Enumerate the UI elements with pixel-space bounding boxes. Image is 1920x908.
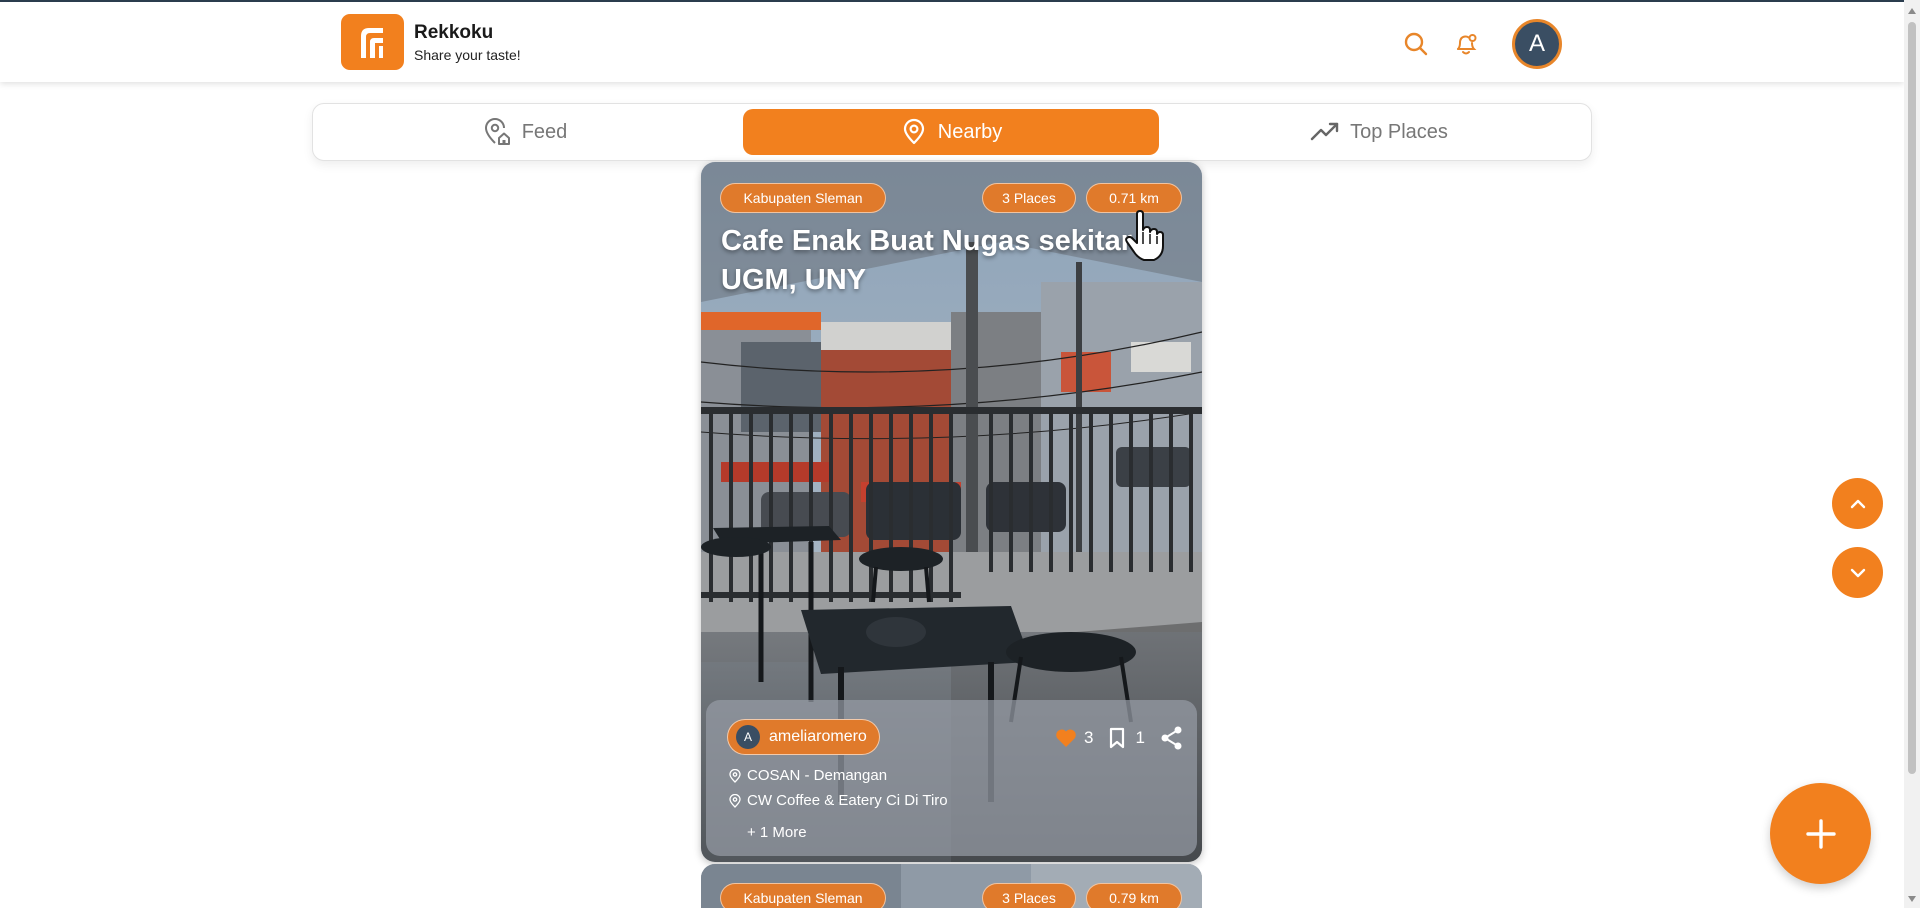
scroll-up-button[interactable]: [1832, 478, 1883, 529]
notifications-button[interactable]: [1450, 28, 1482, 60]
chevron-up-icon: [1850, 499, 1865, 508]
place-item[interactable]: COSAN - Demangan: [728, 767, 887, 784]
card-title[interactable]: Cafe Enak Buat Nugas sekitar UGM, UNY: [721, 222, 1151, 300]
places-count-badge: 3 Places: [982, 883, 1076, 908]
region-badge: Kabupaten Sleman: [720, 183, 886, 213]
card-info-panel: A ameliaromero 3 1 COSAN - Demangan CW C…: [706, 700, 1197, 856]
tab-nearby[interactable]: Nearby: [743, 109, 1159, 155]
like-count: 3: [1084, 728, 1094, 747]
plus-icon: [1805, 818, 1836, 849]
nav-tabs: Feed Nearby Top Places: [312, 103, 1592, 161]
place-name: COSAN - Demangan: [747, 767, 888, 784]
tab-feed[interactable]: Feed: [318, 109, 731, 155]
distance-badge: 0.71 km: [1086, 183, 1182, 213]
places-count-badge: 3 Places: [982, 183, 1076, 213]
scroll-down-button[interactable]: [1832, 547, 1883, 598]
chevron-down-icon: [1850, 568, 1865, 577]
bookmark-count: 1: [1135, 728, 1145, 747]
brand: Rekkoku Share your taste!: [414, 22, 521, 63]
region-badge: Kabupaten Sleman: [720, 883, 886, 908]
add-collection-button[interactable]: [1770, 783, 1871, 884]
heart-icon[interactable]: [1054, 727, 1078, 749]
tab-top-places-label: Top Places: [1350, 120, 1448, 143]
more-places-link[interactable]: + 1 More: [747, 824, 807, 841]
bookmark-icon[interactable]: [1105, 727, 1129, 749]
place-item[interactable]: CW Coffee & Eatery Ci Di Tiro: [728, 792, 948, 809]
scroll-arrow-down-icon[interactable]: [1907, 894, 1917, 904]
app-header: Rekkoku Share your taste! A: [0, 2, 1904, 82]
map-pin-icon: [903, 118, 924, 145]
page-scrollbar[interactable]: [1904, 0, 1920, 908]
distance-badge: 0.79 km: [1086, 883, 1182, 908]
app-subtitle: Share your taste!: [414, 47, 521, 63]
location-home-icon: [484, 118, 510, 145]
trending-up-icon: [1310, 122, 1339, 141]
map-pin-icon: [729, 793, 741, 808]
scroll-arrow-up-icon[interactable]: [1907, 6, 1917, 16]
collection-card[interactable]: Kabupaten Sleman 3 Places 0.79 km: [701, 864, 1202, 908]
place-name: CW Coffee & Eatery Ci Di Tiro: [747, 792, 948, 809]
app-logo[interactable]: [341, 14, 404, 70]
author-chip[interactable]: A ameliaromero: [727, 719, 880, 755]
share-icon[interactable]: [1159, 725, 1185, 751]
search-icon: [1404, 32, 1428, 56]
map-pin-icon: [729, 768, 741, 783]
tab-feed-label: Feed: [521, 120, 568, 143]
tab-nearby-label: Nearby: [937, 120, 1003, 143]
logo-mark-icon: [360, 28, 383, 58]
collection-card[interactable]: Kabupaten Sleman 3 Places 0.71 km Cafe E…: [701, 162, 1202, 862]
app-title: Rekkoku: [414, 22, 494, 43]
hand-cursor-icon: [1125, 210, 1164, 261]
tab-top-places[interactable]: Top Places: [1171, 109, 1587, 155]
user-avatar[interactable]: A: [1512, 19, 1562, 69]
author-avatar: A: [736, 725, 760, 749]
author-name: ameliaromero: [769, 728, 867, 745]
bell-icon: [1457, 34, 1477, 55]
scrollbar-thumb[interactable]: [1908, 22, 1916, 774]
search-button[interactable]: [1400, 28, 1432, 60]
card-stats: 3 1: [1054, 725, 1185, 751]
